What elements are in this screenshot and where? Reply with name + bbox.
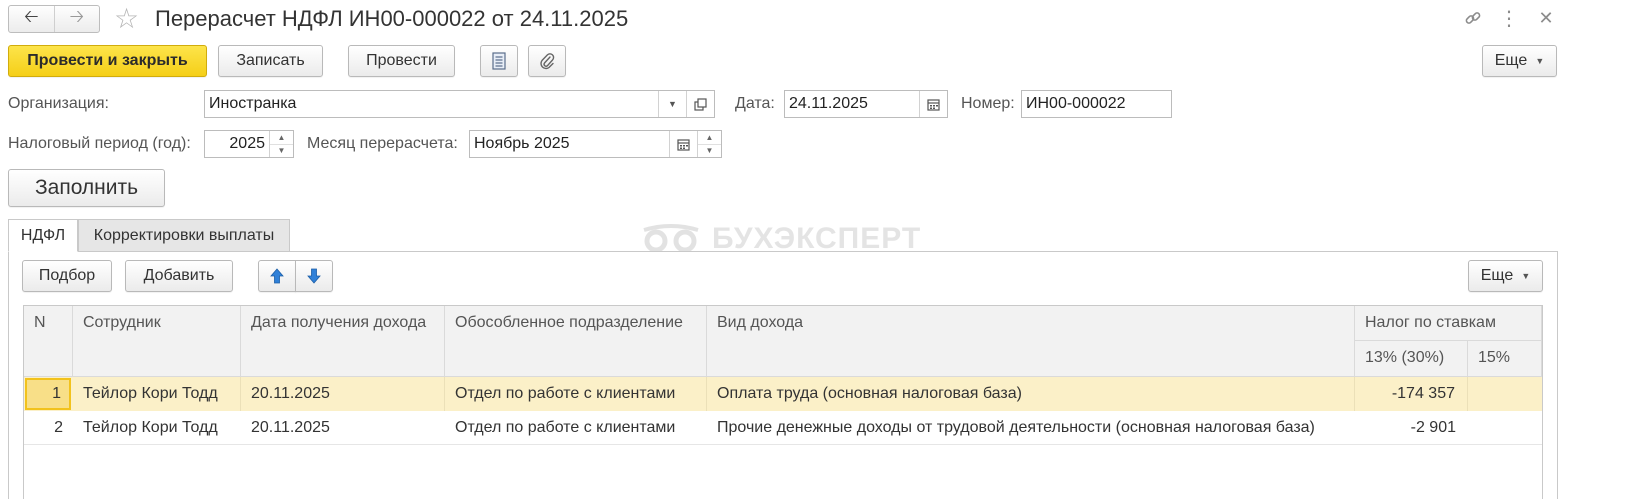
arrow-down-icon (307, 268, 321, 284)
employee-cell[interactable]: Тейлор Кори Тодд (73, 377, 241, 411)
post-button[interactable]: Провести (348, 45, 455, 77)
chevron-down-icon: ▼ (1521, 271, 1531, 281)
more-menu-button[interactable]: Еще ▼ (1482, 45, 1557, 77)
document-list-icon (492, 52, 506, 70)
month-value: Ноябрь 2025 (474, 135, 570, 152)
table-row[interactable]: 2 Тейлор Кори Тодд 20.11.2025 Отдел по р… (24, 411, 1542, 445)
fill-button[interactable]: Заполнить (8, 169, 165, 207)
calendar-icon[interactable] (669, 131, 697, 157)
close-icon[interactable]: ✕ (1534, 6, 1558, 30)
column-header-income-date[interactable]: Дата получения дохода (241, 306, 445, 377)
division-cell[interactable]: Отдел по работе с клиентами (445, 411, 707, 445)
arrow-up-icon (270, 268, 284, 284)
spin-up-icon[interactable]: ▲ (698, 131, 721, 144)
org-value: Иностранка (209, 95, 297, 112)
favorite-star-icon[interactable]: ☆ (114, 4, 144, 34)
period-value: 2025 (229, 135, 265, 152)
income-type-cell[interactable]: Прочие денежные доходы от трудовой деяте… (707, 411, 1355, 445)
column-header-rate-13[interactable]: 13% (30%) (1355, 341, 1468, 377)
rate-15-cell[interactable] (1468, 411, 1542, 445)
paperclip-icon (540, 53, 555, 70)
column-header-rate-15[interactable]: 15% (1468, 341, 1542, 377)
ndfl-table: N Сотрудник Дата получения дохода Обособ… (23, 305, 1543, 499)
column-header-division[interactable]: Обособленное подразделение (445, 306, 707, 377)
income-date-cell[interactable]: 20.11.2025 (241, 377, 445, 411)
tab-payment-adjustments[interactable]: Корректировки выплаты (78, 219, 290, 252)
attach-button[interactable] (528, 45, 566, 77)
date-label: Дата: (735, 95, 775, 112)
column-header-n[interactable]: N (24, 306, 73, 377)
month-field[interactable]: Ноябрь 2025 ▲ ▼ (469, 130, 722, 158)
tab-ndfl[interactable]: НДФЛ (8, 219, 78, 252)
move-down-button[interactable] (295, 260, 333, 292)
open-form-icon[interactable] (686, 91, 714, 117)
number-field[interactable]: ИН00-000022 (1021, 90, 1172, 118)
report-button[interactable] (480, 45, 518, 77)
link-icon[interactable] (1461, 6, 1485, 30)
period-spinner[interactable]: ▲ ▼ (269, 131, 293, 157)
employee-cell[interactable]: Тейлор Кори Тодд (73, 411, 241, 445)
period-field[interactable]: 2025 ▲ ▼ (204, 130, 294, 158)
number-label: Номер: (961, 95, 1015, 112)
dropdown-arrow-icon[interactable]: ▼ (658, 91, 686, 117)
more-vertical-icon[interactable]: ⋮ (1497, 6, 1521, 30)
month-label: Месяц перерасчета: (307, 135, 458, 152)
rate-13-cell[interactable]: -174 357 (1355, 377, 1468, 411)
date-value: 24.11.2025 (789, 95, 868, 112)
save-button[interactable]: Записать (218, 45, 323, 77)
move-up-button[interactable] (258, 260, 296, 292)
month-spinner[interactable]: ▲ ▼ (697, 131, 721, 157)
watermark-logo-icon (643, 224, 699, 253)
org-label: Организация: (8, 95, 109, 112)
column-header-employee[interactable]: Сотрудник (73, 306, 241, 377)
division-cell[interactable]: Отдел по работе с клиентами (445, 377, 707, 411)
org-field[interactable]: Иностранка ▼ (204, 90, 715, 118)
column-header-income-type[interactable]: Вид дохода (707, 306, 1355, 377)
date-field[interactable]: 24.11.2025 (784, 90, 948, 118)
calendar-icon[interactable] (919, 91, 947, 117)
history-nav: 🡠 🡢 (8, 5, 100, 33)
pick-button[interactable]: Подбор (22, 260, 112, 292)
income-date-cell[interactable]: 20.11.2025 (241, 411, 445, 445)
table-more-button[interactable]: Еще ▼ (1468, 260, 1543, 292)
spin-down-icon[interactable]: ▼ (270, 143, 293, 158)
add-button[interactable]: Добавить (125, 260, 233, 292)
forward-arrow-icon[interactable]: 🡢 (53, 6, 100, 32)
rate-13-cell[interactable]: -2 901 (1355, 411, 1468, 445)
rate-15-cell[interactable] (1468, 377, 1542, 411)
back-arrow-icon[interactable]: 🡠 (9, 6, 54, 32)
spin-down-icon[interactable]: ▼ (698, 143, 721, 158)
chevron-down-icon: ▼ (1535, 56, 1545, 66)
table-row[interactable]: 1 Тейлор Кори Тодд 20.11.2025 Отдел по р… (24, 377, 1542, 411)
row-number[interactable]: 2 (24, 411, 73, 445)
number-value: ИН00-000022 (1026, 95, 1126, 112)
row-number[interactable]: 1 (25, 378, 71, 410)
income-type-cell[interactable]: Оплата труда (основная налоговая база) (707, 377, 1355, 411)
post-and-close-button[interactable]: Провести и закрыть (8, 45, 207, 77)
period-label: Налоговый период (год): (8, 135, 191, 152)
table-more-label: Еще (1480, 267, 1514, 284)
more-label: Еще (1494, 52, 1528, 69)
column-header-tax-by-rates: Налог по ставкам (1355, 306, 1542, 341)
spin-up-icon[interactable]: ▲ (270, 131, 293, 144)
page-title: Перерасчет НДФЛ ИН00-000022 от 24.11.202… (155, 6, 629, 31)
